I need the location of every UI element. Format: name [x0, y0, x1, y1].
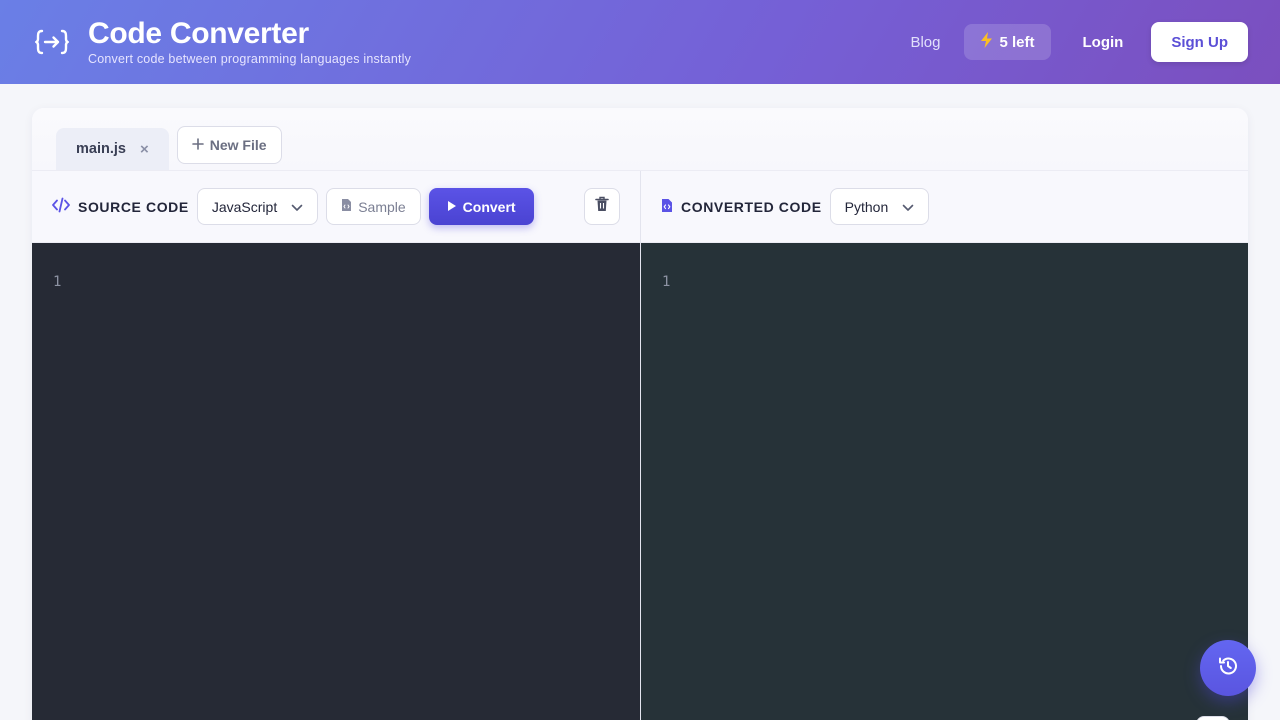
brand: Code Converter Convert code between prog… — [88, 17, 412, 67]
converted-toolbar: CONVERTED CODE Python — [641, 171, 1248, 243]
converted-pane: CONVERTED CODE Python 1 — [640, 171, 1248, 720]
line-number: 1 — [53, 274, 62, 290]
login-button[interactable]: Login — [1067, 34, 1140, 51]
code-icon — [52, 197, 70, 216]
source-editor[interactable]: 1 — [32, 243, 640, 720]
tab-main-js[interactable]: main.js × — [56, 128, 169, 170]
plus-icon — [191, 137, 204, 153]
convert-label: Convert — [462, 198, 516, 215]
file-code-icon — [661, 198, 673, 216]
convert-button[interactable]: Convert — [428, 188, 534, 225]
credits-badge[interactable]: 5 left — [964, 24, 1051, 60]
chevron-down-icon — [902, 199, 914, 215]
history-button[interactable] — [1200, 640, 1256, 696]
signup-button[interactable]: Sign Up — [1151, 22, 1248, 62]
converted-title-label: CONVERTED CODE — [681, 198, 822, 215]
history-icon — [1217, 655, 1239, 682]
converter-card: main.js × New File SOURCE CODE JavaScrip… — [32, 108, 1248, 720]
source-title-label: SOURCE CODE — [78, 198, 189, 215]
file-tabs: main.js × New File — [32, 108, 1248, 171]
lightning-icon — [980, 32, 993, 52]
converted-editor[interactable]: 1 — [641, 243, 1248, 720]
header-nav: Blog 5 left Login Sign Up — [910, 22, 1248, 62]
play-icon — [447, 199, 457, 215]
app-subtitle: Convert code between programming languag… — [88, 52, 412, 66]
trash-icon — [595, 196, 609, 217]
chevron-down-icon — [291, 199, 303, 215]
new-file-label: New File — [209, 137, 267, 153]
file-code-icon — [341, 198, 352, 215]
converted-title: CONVERTED CODE — [661, 198, 822, 216]
editor-panes: SOURCE CODE JavaScript Sample Convert 1 … — [32, 171, 1248, 720]
sample-label: Sample — [358, 198, 406, 215]
app-title: Code Converter — [88, 17, 309, 50]
source-toolbar: SOURCE CODE JavaScript Sample Convert — [32, 171, 640, 243]
source-pane: SOURCE CODE JavaScript Sample Convert 1 — [32, 171, 640, 720]
source-language-value: JavaScript — [211, 198, 278, 215]
close-icon[interactable]: × — [140, 141, 149, 158]
credits-label: 5 left — [999, 33, 1035, 51]
blog-link[interactable]: Blog — [910, 34, 940, 51]
floating-widget-edge[interactable] — [1196, 716, 1230, 720]
source-title: SOURCE CODE — [52, 197, 189, 216]
line-number: 1 — [662, 274, 671, 290]
clear-button[interactable] — [584, 188, 620, 225]
target-language-select[interactable]: Python — [829, 188, 930, 225]
target-language-value: Python — [844, 198, 889, 215]
new-file-button[interactable]: New File — [176, 126, 282, 164]
tab-label: main.js — [76, 141, 126, 157]
code-arrow-brackets-icon — [32, 22, 72, 62]
source-language-select[interactable]: JavaScript — [196, 188, 319, 225]
app-header: Code Converter Convert code between prog… — [0, 0, 1280, 84]
sample-button[interactable]: Sample — [326, 188, 421, 225]
